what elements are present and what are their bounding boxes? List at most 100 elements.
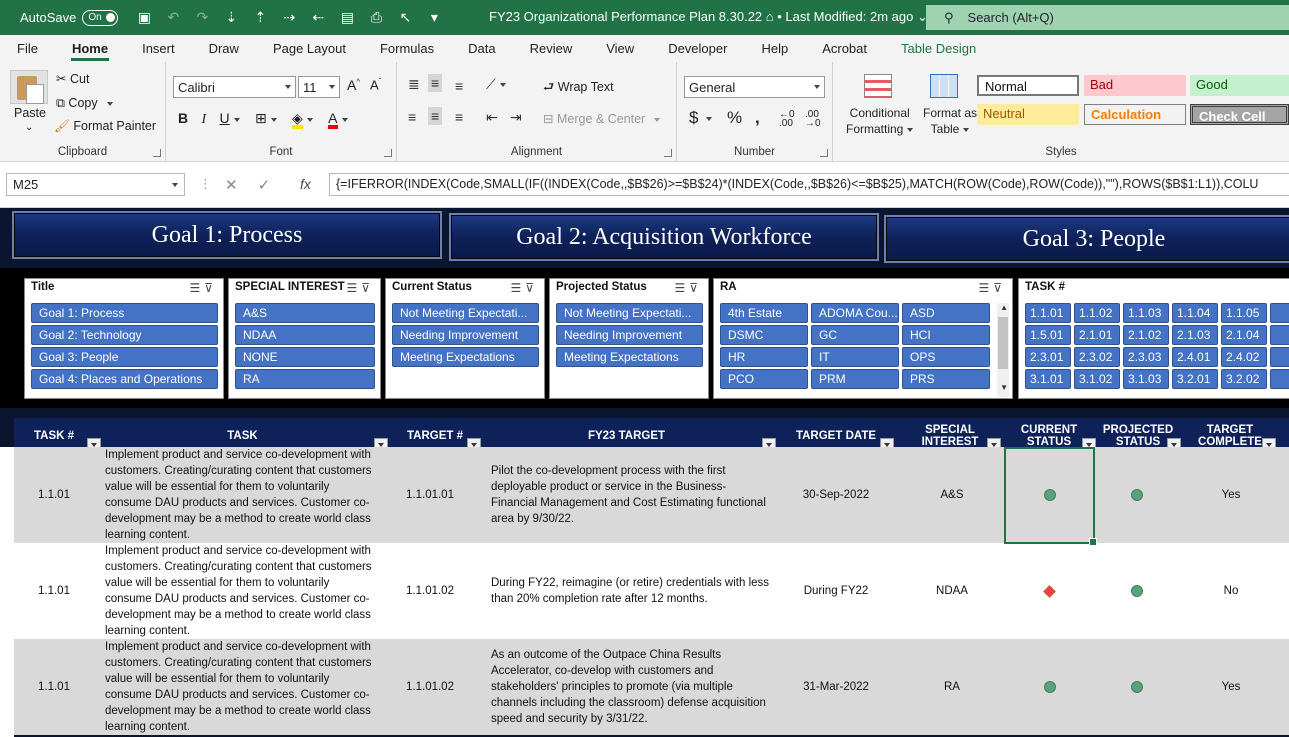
borders-icon[interactable]: ⊞ [255, 110, 267, 127]
tab-insert[interactable]: Insert [125, 35, 192, 62]
tab-developer[interactable]: Developer [651, 35, 744, 62]
slicer-item[interactable]: 3.2.01 [1172, 369, 1218, 389]
slicer-item[interactable]: 3.1.02 [1074, 369, 1120, 389]
cancel-icon[interactable]: ✕ [225, 176, 238, 194]
cell-task[interactable]: Implement product and service co-develop… [105, 447, 377, 543]
goal-2-banner[interactable]: Goal 2: Acquisition Workforce [449, 213, 879, 261]
scroll-down-icon[interactable]: ▼ [1000, 383, 1008, 392]
multi-select-icon[interactable]: ☰ [189, 281, 204, 295]
slicer-item-partial[interactable] [1270, 369, 1289, 389]
align-center-icon[interactable]: ≡ [428, 107, 443, 125]
cell-current-status[interactable] [1004, 447, 1095, 543]
select-objects-icon[interactable]: ↖ [397, 9, 413, 26]
cell-target-date[interactable]: During FY22 [786, 543, 886, 639]
slicer-projected-status[interactable]: Projected Status ☰⊽ Not Meeting Expectat… [549, 278, 709, 399]
slicer-task-number[interactable]: TASK # 1.1.01 1.1.02 1.1.03 1.1.04 1.1.0… [1018, 278, 1289, 399]
slicer-item[interactable]: A&S [235, 303, 375, 323]
formula-input[interactable]: {=IFERROR(INDEX(Code,SMALL(IF((INDEX(Cod… [329, 173, 1289, 196]
top-align-icon[interactable]: ≣ [408, 76, 420, 93]
cell-fy23-target[interactable]: During FY22, reimagine (or retire) crede… [491, 543, 776, 639]
cell-special-interest[interactable]: NDAA [902, 543, 1002, 639]
slicer-ra[interactable]: RA ☰⊽ 4th Estate ADOMA Cou... ASD DSMC G… [713, 278, 1013, 399]
slicer-item[interactable]: Goal 3: People [31, 347, 218, 367]
scroll-up-icon[interactable]: ▲ [1000, 303, 1008, 312]
font-launcher-icon[interactable] [384, 149, 392, 157]
print-preview-icon[interactable]: ▤ [339, 9, 355, 26]
print-icon[interactable]: ⎙ [368, 9, 384, 26]
slicer-item-partial[interactable] [1270, 325, 1289, 345]
table-row[interactable]: 1.1.01 Implement product and service co-… [14, 639, 1289, 735]
slicer-item[interactable]: Goal 1: Process [31, 303, 218, 323]
conditional-formatting-icon[interactable] [864, 74, 892, 98]
slicer-item[interactable]: 2.3.03 [1123, 347, 1169, 367]
cell-target-complete[interactable]: No [1186, 543, 1276, 639]
slicer-item-partial[interactable] [1270, 303, 1289, 323]
slicer-item[interactable]: 2.1.03 [1172, 325, 1218, 345]
style-good[interactable]: Good [1190, 75, 1289, 96]
slicer-item[interactable]: 1.1.04 [1172, 303, 1218, 323]
tab-data[interactable]: Data [451, 35, 512, 62]
number-launcher-icon[interactable] [820, 149, 828, 157]
cell-target-date[interactable]: 30-Sep-2022 [786, 447, 886, 543]
cell-current-status[interactable] [1004, 639, 1095, 735]
tab-review[interactable]: Review [513, 35, 590, 62]
table-row[interactable]: 1.1.01 Implement product and service co-… [14, 543, 1289, 639]
alignment-launcher-icon[interactable] [664, 149, 672, 157]
cell-fy23-target[interactable]: As an outcome of the Outpace China Resul… [491, 639, 771, 735]
clipboard-launcher-icon[interactable] [153, 149, 161, 157]
slicer-special-interest[interactable]: SPECIAL INTEREST ☰⊽ A&S NDAA NONE RA [228, 278, 381, 399]
style-calculation[interactable]: Calculation [1084, 104, 1186, 125]
cell-task[interactable]: Implement product and service co-develop… [105, 639, 377, 735]
increase-decimal-icon[interactable]: ←0.00 [779, 110, 795, 129]
middle-align-icon[interactable]: ≡ [428, 74, 443, 92]
slicer-item[interactable]: ADOMA Cou... [811, 303, 899, 323]
cell-target-number[interactable]: 1.1.01.02 [379, 639, 481, 735]
slicer-item[interactable]: 2.3.01 [1025, 347, 1071, 367]
slicer-item[interactable]: 4th Estate [720, 303, 808, 323]
orientation-icon[interactable]: ⟋ [486, 76, 506, 93]
slicer-item[interactable]: 2.1.02 [1123, 325, 1169, 345]
cell-task[interactable]: Implement product and service co-develop… [105, 543, 377, 639]
slicer-item[interactable]: DSMC [720, 325, 808, 345]
slicer-item[interactable]: Meeting Expectations [556, 347, 703, 367]
format-as-table-button[interactable]: Format as Table [923, 105, 977, 137]
increase-font-icon[interactable]: A^ [347, 77, 360, 93]
cut-button[interactable]: ✂ Cut [56, 71, 89, 86]
table-row[interactable]: 1.1.01 Implement product and service co-… [14, 447, 1289, 543]
customize-qat-icon[interactable]: ▾ [426, 9, 442, 26]
insert-function-icon[interactable]: fx [300, 176, 311, 192]
comma-icon[interactable]: , [755, 108, 760, 128]
slicer-item[interactable]: 2.1.01 [1074, 325, 1120, 345]
cell-current-status[interactable] [1004, 543, 1095, 639]
paste-chevron-icon[interactable]: ⌄ [25, 122, 33, 133]
name-box[interactable]: M25 [6, 173, 185, 196]
tab-home[interactable]: Home [55, 35, 125, 62]
delete-column-icon[interactable]: ⇠ [310, 9, 326, 26]
currency-icon[interactable]: $ [689, 108, 713, 128]
tab-table-design[interactable]: Table Design [884, 35, 993, 62]
cell-projected-status[interactable] [1094, 639, 1179, 735]
decrease-font-icon[interactable]: Aˇ [370, 77, 381, 92]
slicer-item[interactable]: 1.1.03 [1123, 303, 1169, 323]
insert-column-icon[interactable]: ⇢ [281, 9, 297, 26]
slicer-current-status[interactable]: Current Status ☰⊽ Not Meeting Expectati.… [385, 278, 545, 399]
bold-icon[interactable]: B [178, 110, 188, 126]
undo-icon[interactable]: ↶ [165, 9, 181, 26]
slicer-item[interactable]: PRM [811, 369, 899, 389]
redo-icon[interactable]: ↷ [194, 9, 210, 26]
cell-projected-status[interactable] [1094, 447, 1179, 543]
slicer-item[interactable]: 2.3.02 [1074, 347, 1120, 367]
slicer-item[interactable]: NONE [235, 347, 375, 367]
slicer-item[interactable]: 1.1.01 [1025, 303, 1071, 323]
cell-target-complete[interactable]: Yes [1186, 447, 1276, 543]
slicer-item[interactable]: 1.1.02 [1074, 303, 1120, 323]
slicer-item[interactable]: 3.1.01 [1025, 369, 1071, 389]
autosave-toggle[interactable]: On [82, 9, 119, 26]
cell-special-interest[interactable]: RA [902, 639, 1002, 735]
goal-1-banner[interactable]: Goal 1: Process [12, 211, 442, 259]
cell-projected-status[interactable] [1094, 543, 1179, 639]
paste-button[interactable]: Paste [14, 106, 46, 120]
cell-target-number[interactable]: 1.1.01.02 [379, 543, 481, 639]
slicer-item[interactable]: RA [235, 369, 375, 389]
tab-view[interactable]: View [589, 35, 651, 62]
